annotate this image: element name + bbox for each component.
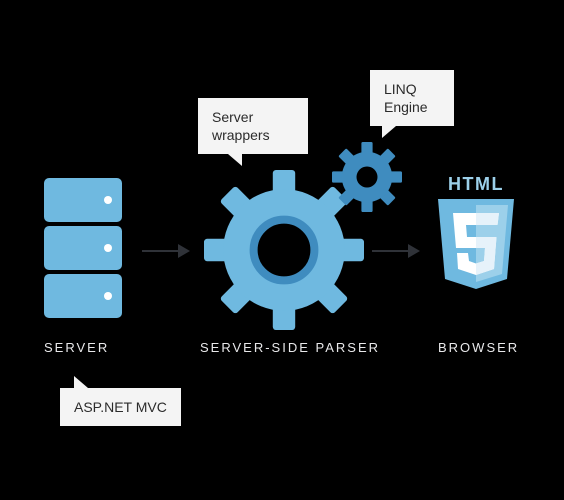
callout-aspnet: ASP.NET MVC [60, 388, 181, 426]
server-disk-icon [44, 226, 122, 270]
callout-wrappers: Server wrappers [198, 98, 308, 154]
gear-small-icon [332, 142, 402, 212]
html5-icon: HTML [432, 174, 520, 296]
callout-text: Engine [384, 99, 428, 115]
html5-shield-icon [435, 199, 517, 291]
server-icon [44, 178, 122, 322]
callout-text: ASP.NET MVC [74, 399, 167, 415]
callout-tail-icon [74, 376, 88, 388]
callout-tail-icon [228, 154, 242, 166]
parser-label: SERVER-SIDE PARSER [200, 340, 380, 355]
callout-linq: LINQ Engine [370, 70, 454, 126]
callout-text: wrappers [212, 127, 270, 143]
callout-text: Server [212, 109, 253, 125]
arrow-icon [142, 250, 188, 252]
browser-label: BROWSER [438, 340, 519, 355]
server-disk-icon [44, 178, 122, 222]
diagram-stage: SERVER [0, 0, 564, 500]
html5-word: HTML [432, 174, 520, 195]
server-disk-icon [44, 274, 122, 318]
callout-text: LINQ [384, 81, 417, 97]
callout-tail-icon [382, 126, 396, 138]
arrow-icon [372, 250, 418, 252]
server-label: SERVER [44, 340, 109, 355]
